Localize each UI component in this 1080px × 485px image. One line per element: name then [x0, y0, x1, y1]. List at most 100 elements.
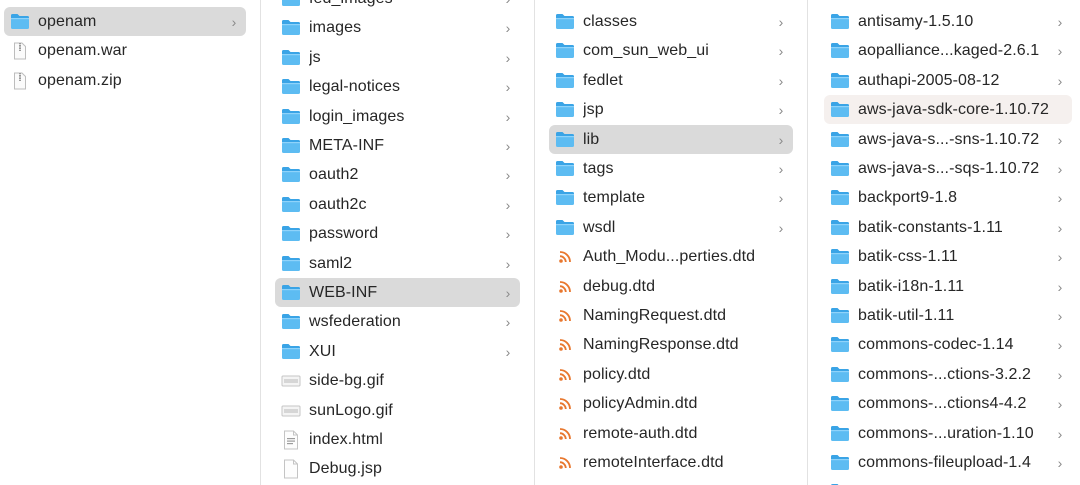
- file-row-debug-dtd[interactable]: debug.dtd: [549, 272, 793, 301]
- file-row-js[interactable]: js ›: [275, 43, 520, 72]
- file-row-batik-i18n-1-11[interactable]: batik-i18n-1.11 ›: [824, 272, 1072, 301]
- chevron-right-icon: ›: [505, 313, 511, 330]
- file-row-index-html[interactable]: index.html: [275, 425, 520, 454]
- file-row-openam[interactable]: openam ›: [4, 7, 246, 36]
- file-row-batik-css-1-11[interactable]: batik-css-1.11 ›: [824, 242, 1072, 271]
- column-2[interactable]: fed_images› images› js› legal-notices› l…: [261, 0, 535, 485]
- column-1[interactable]: openam › openam.war openam.zip: [0, 0, 261, 485]
- file-name-label: index.html: [309, 430, 383, 448]
- file-row-aws-java-sdk-core-1-10-72[interactable]: aws-java-sdk-core-1.10.72: [824, 95, 1072, 124]
- file-name-label: com_sun_web_ui: [583, 41, 709, 59]
- file-name-label: fed_images: [309, 0, 502, 8]
- folder-icon: [281, 18, 301, 38]
- file-row-commons-ctions4-4-2[interactable]: commons-...ctions4-4.2 ›: [824, 389, 1072, 418]
- file-row-wsfederation[interactable]: wsfederation ›: [275, 307, 520, 336]
- chevron-right-icon: ›: [1057, 278, 1063, 295]
- file-row-namingrequest-dtd[interactable]: NamingRequest.dtd: [549, 301, 793, 330]
- file-row-remote-auth-dtd[interactable]: remote-auth.dtd: [549, 419, 793, 448]
- file-row-saml2[interactable]: saml2 ›: [275, 249, 520, 278]
- column-4[interactable]: antisamy-1.5.10 › aopalliance...kaged-2.6…: [808, 0, 1080, 485]
- file-name-label: aopalliance...kaged-2.6.1: [858, 41, 1040, 59]
- file-name-label: side-bg.gif: [309, 371, 384, 389]
- chevron-right-icon: ›: [505, 49, 511, 66]
- file-row-remoteinterface-dtd[interactable]: remoteInterface.dtd: [549, 448, 793, 477]
- file-row-aws-java-s-sqs-1-10-72[interactable]: aws-java-s...-sqs-1.10.72 ›: [824, 154, 1072, 183]
- file-name-label: commons-fileupload-1.4: [858, 453, 1031, 471]
- chevron-right-icon: ›: [505, 343, 511, 360]
- file-row-password[interactable]: password ›: [275, 219, 520, 248]
- file-row-openam-zip[interactable]: openam.zip: [4, 66, 246, 95]
- folder-icon: [830, 71, 850, 91]
- file-row-aopalliance-kaged-2-6-1[interactable]: aopalliance...kaged-2.6.1 ›: [824, 36, 1072, 65]
- file-row-oauth2[interactable]: oauth2 ›: [275, 160, 520, 189]
- file-name-label: openam.war: [38, 41, 128, 59]
- file-row-com-sun-web-ui[interactable]: com_sun_web_ui ›: [549, 36, 793, 65]
- file-row-wsdl[interactable]: wsdl ›: [549, 213, 793, 242]
- file-name-label: NamingResponse.dtd: [583, 335, 739, 353]
- file-name-label: openam.zip: [38, 71, 122, 89]
- file-row-fedlet[interactable]: fedlet ›: [549, 66, 793, 95]
- file-row-aws-java-s-sns-1-10-72[interactable]: aws-java-s...-sns-1.10.72 ›: [824, 125, 1072, 154]
- file-row-commons-codec-1-14[interactable]: commons-codec-1.14 ›: [824, 330, 1072, 359]
- file-name-label: commons-...ctions4-4.2: [858, 394, 1027, 412]
- file-row-policyadmin-dtd[interactable]: policyAdmin.dtd: [549, 389, 793, 418]
- file-row-auth-modu-perties-dtd[interactable]: Auth_Modu...perties.dtd: [549, 242, 793, 271]
- folder-icon: [830, 306, 850, 326]
- file-name-label: js: [309, 48, 321, 66]
- chevron-right-icon: ›: [231, 13, 237, 30]
- folder-icon: [830, 41, 850, 61]
- image-file-icon: [281, 371, 301, 391]
- file-name-label: legal-notices: [309, 77, 401, 95]
- file-row-batik-util-1-11[interactable]: batik-util-1.11 ›: [824, 301, 1072, 330]
- file-row-lib[interactable]: lib ›: [549, 125, 793, 154]
- file-name-label: openam: [38, 12, 97, 30]
- folder-icon: [555, 71, 575, 91]
- file-row-web-inf[interactable]: WEB-INF ›: [275, 278, 520, 307]
- file-row-classes[interactable]: classes ›: [549, 7, 793, 36]
- chevron-right-icon: ›: [1057, 189, 1063, 206]
- file-row-template[interactable]: template ›: [549, 183, 793, 212]
- chevron-right-icon: ›: [1057, 248, 1063, 265]
- file-row-commons-ctions-3-2-2[interactable]: commons-...ctions-3.2.2 ›: [824, 360, 1072, 389]
- file-row-oauth2c[interactable]: oauth2c ›: [275, 190, 520, 219]
- file-row-sunlogo-gif[interactable]: sunLogo.gif: [275, 396, 520, 425]
- column-3[interactable]: classes › com_sun_web_ui › fedlet › jsp › li…: [535, 0, 808, 485]
- file-row-openam-war[interactable]: openam.war: [4, 36, 246, 65]
- file-row-debug-jsp[interactable]: Debug.jsp: [275, 454, 520, 483]
- file-name-label: wsfederation: [309, 312, 401, 330]
- folder-icon: [830, 482, 850, 485]
- file-row-policy-dtd[interactable]: policy.dtd: [549, 360, 793, 389]
- chevron-right-icon: ›: [778, 131, 784, 148]
- file-row-login-images[interactable]: login_images ›: [275, 102, 520, 131]
- file-row-antisamy-1-5-10[interactable]: antisamy-1.5.10 ›: [824, 7, 1072, 36]
- file-row-tags[interactable]: tags ›: [549, 154, 793, 183]
- folder-icon: [10, 12, 30, 32]
- file-row-commons-uration-1-10[interactable]: commons-...uration-1.10 ›: [824, 419, 1072, 448]
- chevron-right-icon: ›: [505, 255, 511, 272]
- file-name-label: lib: [583, 130, 600, 148]
- rss-file-icon: [555, 306, 575, 326]
- file-name-label: batik-util-1.11: [858, 306, 955, 324]
- folder-icon: [281, 0, 301, 9]
- file-row-fed-images[interactable]: fed_images›: [275, 0, 520, 13]
- file-row-xui[interactable]: XUI ›: [275, 337, 520, 366]
- folder-icon: [830, 130, 850, 150]
- chevron-right-icon: ›: [1057, 42, 1063, 59]
- file-row-batik-constants-1-11[interactable]: batik-constants-1.11 ›: [824, 213, 1072, 242]
- file-row-meta-inf[interactable]: META-INF ›: [275, 131, 520, 160]
- file-row-images[interactable]: images ›: [275, 13, 520, 42]
- file-row-item[interactable]: [824, 477, 1072, 485]
- file-row-namingresponse-dtd[interactable]: NamingResponse.dtd: [549, 330, 793, 359]
- file-name-label: batik-constants-1.11: [858, 218, 1003, 236]
- file-row-commons-fileupload-1-4[interactable]: commons-fileupload-1.4 ›: [824, 448, 1072, 477]
- file-row-legal-notices[interactable]: legal-notices ›: [275, 72, 520, 101]
- file-row-authapi-2005-08-12[interactable]: authapi-2005-08-12 ›: [824, 66, 1072, 95]
- archive-file-icon: [10, 71, 30, 91]
- file-name-label: commons-codec-1.14: [858, 335, 1014, 353]
- file-row-side-bg-gif[interactable]: side-bg.gif: [275, 366, 520, 395]
- file-name-label: images: [309, 18, 362, 36]
- file-row-backport9-1-8[interactable]: backport9-1.8 ›: [824, 183, 1072, 212]
- folder-icon: [830, 188, 850, 208]
- folder-icon: [830, 277, 850, 297]
- file-row-jsp[interactable]: jsp ›: [549, 95, 793, 124]
